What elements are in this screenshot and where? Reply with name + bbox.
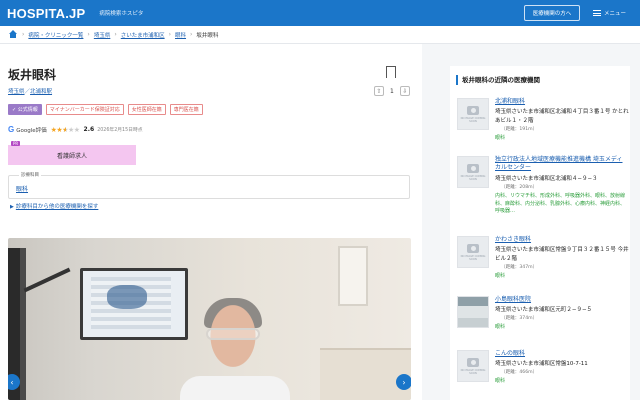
nearby-item-name[interactable]: 独立行政法人地域医療機能推進機構 埼玉メディカルセンター (495, 156, 627, 172)
breadcrumb-separator: › (87, 31, 90, 38)
nearby-item-depts: 眼科 (495, 324, 506, 330)
shelf-image (320, 348, 411, 400)
clinic-detail: 坂井眼科 埼玉県／北浦和駅 ⇧ 1 ⇩ ✓ 公式情報 マイナンバーカード保険証対… (0, 44, 422, 400)
home-icon[interactable] (8, 30, 18, 39)
clinic-building-thumb[interactable] (457, 296, 489, 328)
no-image-text: NO IMAGE COMING SOON (460, 254, 486, 261)
rating-score: 2.6 (83, 126, 95, 133)
for-institutions-button[interactable]: 医療機関の方へ (524, 5, 580, 21)
carousel-next-button[interactable]: › (396, 374, 411, 390)
no-image-text: NO IMAGE COMING SOON (460, 116, 486, 123)
site-header: HOSPITA.JP 病院検索ホスピタ 医療機関の方へ メニュー (0, 0, 640, 26)
thumbs-down-icon[interactable]: ⇩ (399, 86, 410, 96)
station-link[interactable]: 北浦和駅 (30, 89, 52, 95)
breadcrumb-separator: › (168, 31, 171, 38)
rating-stars: ★★★ ★ ★★ (50, 125, 80, 134)
window-image (338, 246, 368, 306)
google-rating: G Google評価 ★★★ ★ ★★ 2.6 2026年2月15日時点 (8, 125, 143, 134)
nearby-item-depts: 内科、リウマチ科、形成外科、呼吸器外科、眼科、放射線科、麻酔科、内分泌科、乳腺外… (495, 193, 626, 214)
clinic-photo-carousel: ‹ › (8, 238, 411, 400)
breadcrumb-item-dept[interactable]: 眼科 (175, 31, 186, 39)
vote-widget: ⇧ 1 ⇩ (374, 86, 410, 96)
prefecture-link[interactable]: 埼玉県 (8, 89, 25, 95)
nearby-item-address: 埼玉県さいたま市浦和区常盤10-7-11 (495, 361, 588, 367)
no-image-thumb[interactable]: NO IMAGE COMING SOON (457, 98, 489, 130)
nearby-item-distance: （距離：208m） (501, 185, 538, 190)
no-image-text: NO IMAGE COMING SOON (460, 368, 486, 375)
nearby-item-distance: （距離：347m） (501, 265, 538, 270)
tag-female-doctor: 女性医師在籍 (127, 104, 166, 115)
clinic-tags: ✓ 公式情報 マイナンバーカード保険証対応 女性医師在籍 専門医在籍 (8, 104, 203, 115)
vote-count: 1 (390, 87, 394, 95)
nurse-job-banner[interactable]: PR 看護師求人 (8, 141, 136, 165)
nearby-item-address: 埼玉県さいたま市浦和区北浦和４丁目３番１号 かとれあビル１・２階 (495, 109, 629, 124)
breadcrumb-separator: › (114, 31, 117, 38)
thumbs-up-icon[interactable]: ⇧ (374, 86, 384, 96)
breadcrumb-separator: › (22, 31, 25, 38)
nearby-item-name[interactable]: 小島眼科医院 (495, 296, 531, 304)
site-logo[interactable]: HOSPITA.JP (7, 6, 85, 21)
nearby-item: NO IMAGE COMING SOON 独立行政法人地域医療機能推進機構 埼玉… (457, 156, 627, 236)
breadcrumb-item-ward[interactable]: さいたま市浦和区 (121, 31, 165, 39)
nearby-item: NO IMAGE COMING SOON こんの眼科 埼玉県さいたま市浦和区常盤… (457, 350, 627, 400)
monitor-image (80, 268, 188, 340)
rating-date: 2026年2月15日時点 (97, 128, 143, 133)
monitor-graphic (107, 285, 147, 309)
no-image-text: NO IMAGE COMING SOON (460, 174, 486, 181)
nearby-title: 坂井眼科の近隣の医療機関 (456, 75, 540, 85)
doctor-face (198, 304, 268, 384)
department-label: 診療科目 (19, 172, 41, 178)
no-image-thumb[interactable]: NO IMAGE COMING SOON (457, 156, 489, 188)
nearby-item: 小島眼科医院 埼玉県さいたま市浦和区元町２−９−５ （距離：374m） 眼科 (457, 296, 627, 348)
tag-mynumber: マイナンバーカード保険証対応 (45, 104, 124, 115)
nearby-sidebar: 坂井眼科の近隣の医療機関 NO IMAGE COMING SOON 北浦和眼科 … (450, 66, 630, 400)
breadcrumb-separator: › (190, 31, 193, 38)
nearby-item-name[interactable]: こんの眼科 (495, 350, 525, 358)
no-image-thumb[interactable]: NO IMAGE COMING SOON (457, 236, 489, 268)
triangle-right-icon: ▶ (10, 204, 14, 210)
camera-icon (467, 357, 479, 367)
breadcrumb: › 病院・クリニック一覧 › 埼玉県 › さいたま市浦和区 › 眼科 › 坂井眼… (0, 26, 640, 44)
doctor-glasses (206, 328, 260, 340)
bookmark-icon[interactable] (386, 66, 396, 81)
camera-icon (467, 105, 479, 115)
nearby-item: NO IMAGE COMING SOON 北浦和眼科 埼玉県さいたま市浦和区北浦… (457, 98, 629, 148)
breadcrumb-item-current: 坂井眼科 (196, 32, 219, 39)
site-tagline: 病院検索ホスピタ (99, 11, 144, 17)
job-label: 看護師求人 (56, 152, 87, 160)
menu-button[interactable]: メニュー (593, 5, 626, 21)
breadcrumb-item-list[interactable]: 病院・クリニック一覧 (28, 31, 83, 39)
nearby-item-name[interactable]: 北浦和眼科 (495, 98, 525, 106)
no-image-thumb[interactable]: NO IMAGE COMING SOON (457, 350, 489, 382)
clinic-name: 坂井眼科 (8, 68, 57, 82)
department-box: 診療科目 眼科 (8, 172, 410, 199)
nearby-item: NO IMAGE COMING SOON かわさき眼科 埼玉県さいたま市浦和区常… (457, 236, 629, 290)
breadcrumb-item-prefecture[interactable]: 埼玉県 (94, 31, 111, 39)
nearby-item-distance: （距離：374m） (501, 316, 538, 321)
department-link[interactable]: 眼科 (16, 184, 28, 193)
nearby-item-distance: （距離：191m） (501, 127, 538, 132)
tag-specialist: 専門医在籍 (169, 104, 203, 115)
nearby-item-address: 埼玉県さいたま市浦和区元町２−９−５ (495, 307, 593, 313)
other-institutions-link[interactable]: ▶ 診療科目から他の医療機関を探す (10, 202, 98, 210)
google-icon: G (8, 125, 15, 134)
camera-icon (467, 163, 479, 173)
doctor-coat (180, 376, 290, 400)
nearby-item-name[interactable]: かわさき眼科 (495, 236, 531, 244)
nearby-item-depts: 眼科 (495, 273, 506, 279)
nearby-item-distance: （距離：466m） (501, 370, 538, 375)
tag-official: ✓ 公式情報 (8, 104, 42, 115)
pr-badge: PR (11, 141, 21, 146)
camera-icon (467, 243, 479, 253)
nearby-item-depts: 眼科 (495, 378, 506, 384)
menu-label: メニュー (604, 11, 627, 17)
other-institutions-label: 診療科目から他の医療機関を探す (15, 204, 99, 210)
hamburger-icon (593, 10, 601, 16)
nearby-item-address: 埼玉県さいたま市浦和区北浦和４−９−３ (495, 176, 598, 182)
nearby-item-depts: 眼科 (495, 135, 506, 141)
clinic-location: 埼玉県／北浦和駅 (8, 87, 52, 95)
rating-source: Google評価 (16, 127, 47, 134)
nearby-item-address: 埼玉県さいたま市浦和区常盤９丁目３２番１５号 今井ビル２階 (495, 247, 629, 262)
